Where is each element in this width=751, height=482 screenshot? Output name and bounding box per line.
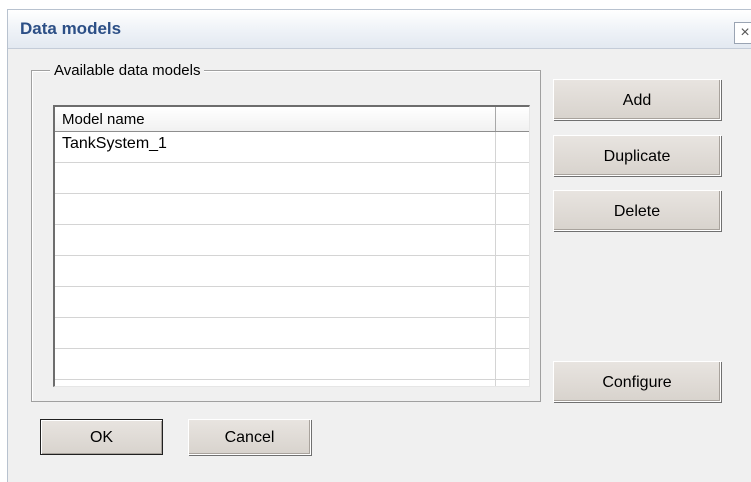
extra-cell[interactable] — [495, 162, 529, 194]
model-name-cell[interactable]: TankSystem_1 — [55, 131, 496, 163]
extra-cell[interactable] — [495, 255, 529, 287]
model-name-cell[interactable] — [55, 162, 496, 194]
model-name-cell[interactable] — [55, 317, 496, 349]
table-row[interactable] — [55, 379, 529, 386]
groupbox-label: Available data models — [50, 62, 205, 79]
model-name-cell[interactable] — [55, 379, 496, 386]
cancel-button[interactable]: Cancel — [188, 419, 311, 455]
extra-cell[interactable] — [495, 317, 529, 349]
table-row[interactable] — [55, 317, 529, 349]
extra-cell[interactable] — [495, 286, 529, 318]
extra-cell[interactable] — [495, 348, 529, 380]
table-row[interactable] — [55, 193, 529, 225]
model-name-cell[interactable] — [55, 286, 496, 318]
ok-button[interactable]: OK — [40, 419, 163, 455]
dialog-title: Data models — [20, 19, 122, 38]
extra-cell[interactable] — [495, 193, 529, 225]
duplicate-button[interactable]: Duplicate — [553, 135, 721, 176]
model-name-cell[interactable] — [55, 224, 496, 256]
table-row[interactable] — [55, 224, 529, 256]
extra-cell[interactable] — [495, 131, 529, 163]
grid-header-row: Model name — [55, 107, 529, 132]
models-table: Model name TankSystem_1 — [55, 107, 529, 386]
configure-button[interactable]: Configure — [553, 361, 721, 402]
model-name-cell[interactable] — [55, 193, 496, 225]
extra-cell[interactable] — [495, 379, 529, 386]
table-row[interactable] — [55, 286, 529, 318]
table-row[interactable]: TankSystem_1 — [55, 131, 529, 163]
table-row[interactable] — [55, 255, 529, 287]
title-bar[interactable]: Data models × — [8, 10, 751, 49]
column-header-extra[interactable] — [495, 107, 529, 132]
close-icon[interactable]: × — [734, 22, 751, 44]
model-name-cell[interactable] — [55, 255, 496, 287]
table-row[interactable] — [55, 162, 529, 194]
table-row[interactable] — [55, 348, 529, 380]
models-grid[interactable]: Model name TankSystem_1 — [53, 105, 530, 387]
add-button[interactable]: Add — [553, 79, 721, 120]
delete-button[interactable]: Delete — [553, 190, 721, 231]
column-header-model-name[interactable]: Model name — [55, 107, 496, 132]
model-name-cell[interactable] — [55, 348, 496, 380]
extra-cell[interactable] — [495, 224, 529, 256]
